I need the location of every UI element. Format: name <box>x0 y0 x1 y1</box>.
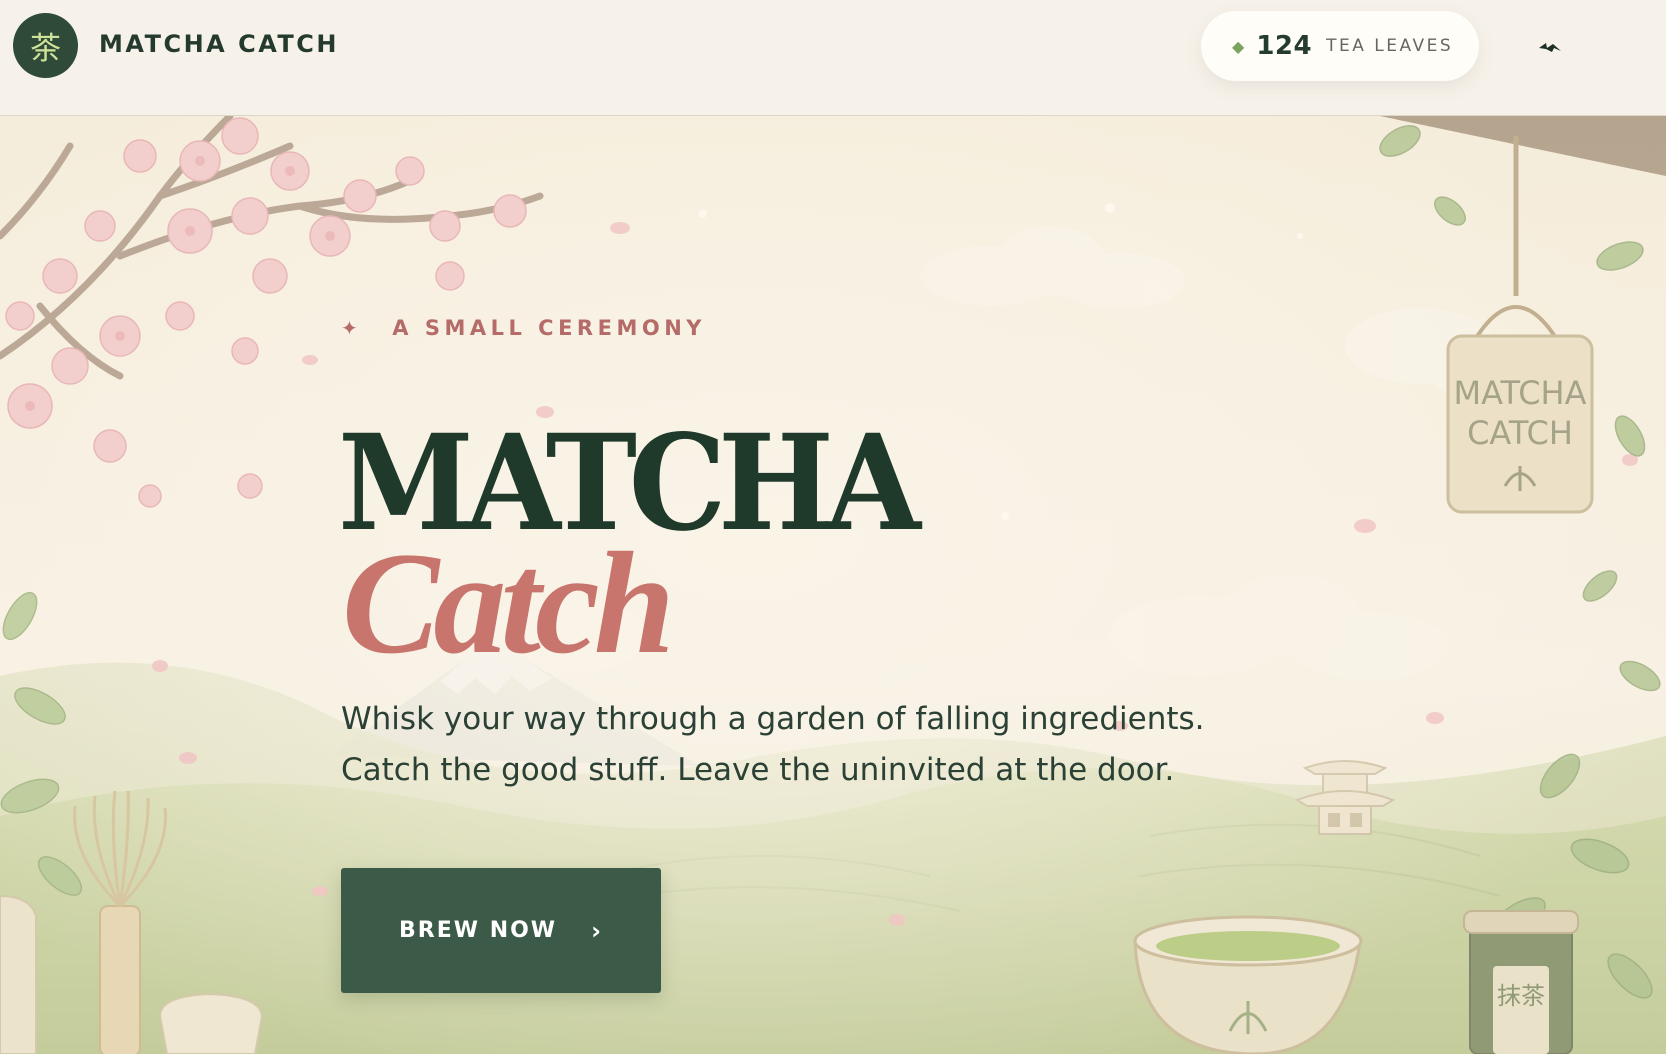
brand-name[interactable]: MATCHA CATCH <box>99 30 339 58</box>
chevron-right-icon: › <box>591 916 603 945</box>
leaf-diamond-icon: ◆ <box>1232 36 1245 56</box>
brew-now-label: BREW NOW <box>399 918 558 943</box>
eyebrow-text: A SMALL CEREMONY <box>392 316 706 340</box>
top-bar: 茶 MATCHA CATCH ◆ 124 TEA LEAVES <box>0 0 1666 116</box>
sparkle-icon: ✦ <box>341 316 363 340</box>
logo-glyph: 茶 <box>30 31 61 67</box>
garden-illustration: MATCHA CATCH 抹茶 <box>0 116 1666 1054</box>
logo[interactable]: 茶 <box>13 13 78 78</box>
sound-toggle-icon <box>1539 43 1561 52</box>
eyebrow: ✦ A SMALL CEREMONY <box>341 316 706 340</box>
sound-toggle-button[interactable] <box>1531 30 1569 64</box>
tea-leaves-label: TEA LEAVES <box>1326 36 1454 56</box>
tea-leaves-counter: ◆ 124 TEA LEAVES <box>1201 11 1479 81</box>
brew-now-button[interactable]: BREW NOW › <box>341 868 661 993</box>
garden-scene: MATCHA CATCH 抹茶 <box>0 116 1666 1054</box>
hero-title-line2: Catch <box>342 522 675 684</box>
tea-leaves-count: 124 <box>1256 31 1313 61</box>
hero-tagline: Whisk your way through a garden of falli… <box>341 701 1205 788</box>
